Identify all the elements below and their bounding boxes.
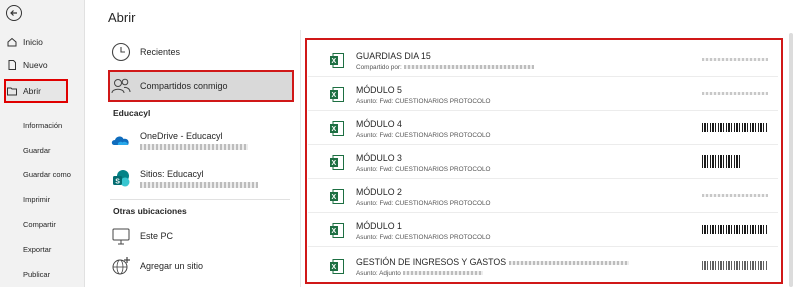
location-label: Compartidos conmigo xyxy=(140,81,228,91)
back-arrow-icon[interactable] xyxy=(6,5,22,21)
redacted-account xyxy=(140,143,248,150)
pane-divider xyxy=(300,30,301,287)
svg-text:S: S xyxy=(115,178,120,185)
location-sitios[interactable]: S Sitios: Educacyl xyxy=(110,168,258,190)
location-agregar-sitio[interactable]: Agregar un sitio xyxy=(110,255,203,277)
nav-item-inicio[interactable]: Inicio xyxy=(6,33,43,51)
location-label: Agregar un sitio xyxy=(140,261,204,271)
nav-item-abrir[interactable]: Abrir xyxy=(6,82,41,100)
onedrive-cloud-icon xyxy=(110,130,132,152)
nav-item-guardar-como[interactable]: Guardar como xyxy=(23,167,71,181)
page-title: Abrir xyxy=(108,10,136,25)
backstage-open-view: Inicio Nuevo Abrir Información Guardar G… xyxy=(0,0,800,287)
home-icon xyxy=(6,36,18,48)
location-recientes[interactable]: Recientes xyxy=(110,41,180,63)
backstage-nav: Inicio Nuevo Abrir Información Guardar G… xyxy=(0,0,85,287)
vertical-scrollbar[interactable] xyxy=(789,33,793,287)
location-label: Este PC xyxy=(140,231,174,241)
nav-item-imprimir[interactable]: Imprimir xyxy=(23,192,50,206)
new-document-icon xyxy=(6,59,18,71)
location-onedrive[interactable]: OneDrive - Educacyl xyxy=(110,130,248,152)
nav-item-exportar[interactable]: Exportar xyxy=(23,242,51,256)
nav-item-label: Inicio xyxy=(23,37,43,47)
location-label: OneDrive - Educacyl xyxy=(140,130,223,141)
nav-item-label: Nuevo xyxy=(23,60,48,70)
clock-icon xyxy=(110,41,132,63)
redacted-account xyxy=(140,181,258,188)
add-place-globe-icon xyxy=(110,255,132,277)
computer-icon xyxy=(110,225,132,247)
nav-item-label: Abrir xyxy=(23,86,41,96)
nav-item-informacion[interactable]: Información xyxy=(23,118,62,132)
group-heading-educacyl: Educacyl xyxy=(113,108,151,118)
location-este-pc[interactable]: Este PC xyxy=(110,225,173,247)
shared-people-icon xyxy=(110,75,132,97)
nav-item-nuevo[interactable]: Nuevo xyxy=(6,56,48,74)
sharepoint-icon: S xyxy=(110,168,132,190)
location-compartidos[interactable]: Compartidos conmigo xyxy=(110,75,228,97)
divider xyxy=(110,199,290,200)
location-label: Sitios: Educacyl xyxy=(140,168,204,179)
nav-item-publicar[interactable]: Publicar xyxy=(23,267,50,281)
open-folder-icon xyxy=(6,85,18,97)
location-label: Recientes xyxy=(140,47,181,57)
nav-item-compartir[interactable]: Compartir xyxy=(23,217,56,231)
group-heading-otras: Otras ubicaciones xyxy=(113,206,187,216)
shared-files-highlight xyxy=(305,38,783,284)
nav-item-guardar[interactable]: Guardar xyxy=(23,143,51,157)
